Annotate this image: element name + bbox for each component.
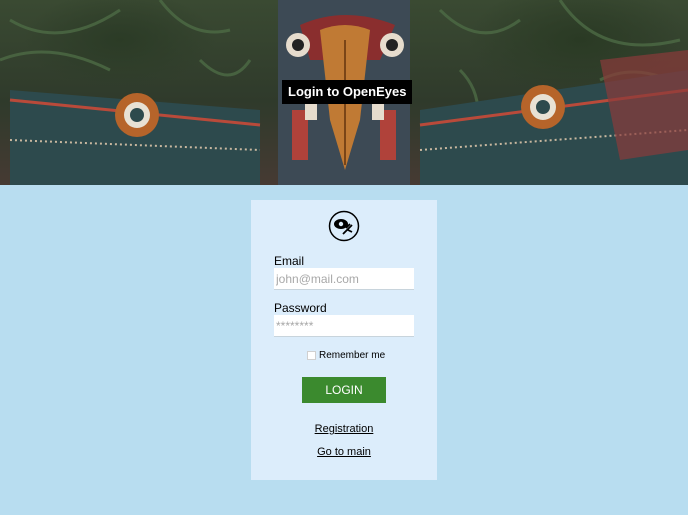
email-input[interactable] [274,268,414,290]
login-card: Email Password Remember me LOGIN Registr… [251,200,437,480]
go-to-main-link[interactable]: Go to main [251,446,437,458]
remember-label: Remember me [319,349,386,361]
login-button[interactable]: LOGIN [302,377,386,403]
password-input[interactable] [274,315,414,337]
registration-link[interactable]: Registration [251,423,437,435]
remember-me[interactable]: Remember me [307,348,385,362]
remember-checkbox[interactable] [307,350,316,360]
openeyes-logo-icon [328,210,360,242]
password-label: Password [274,301,327,315]
email-label: Email [274,254,305,268]
page-title: Login to OpenEyes [282,80,413,104]
hero-banner: Login to OpenEyes [0,0,688,185]
